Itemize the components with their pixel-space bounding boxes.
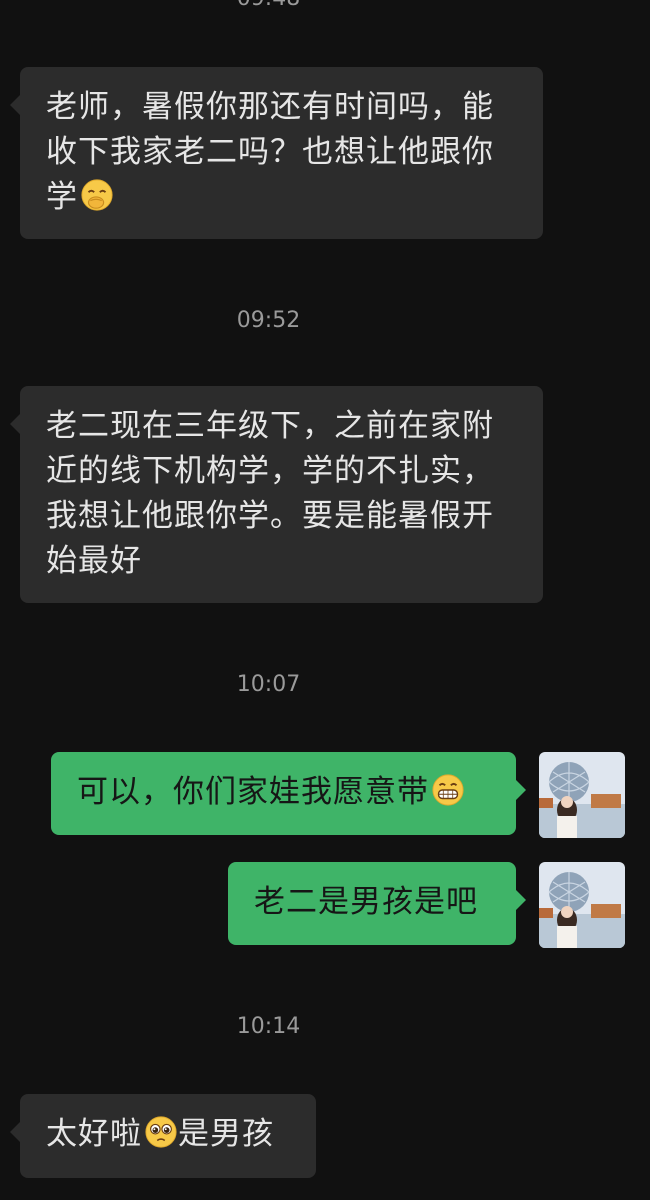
message-text: 老二是男孩是吧 bbox=[254, 884, 478, 920]
pleading-face-emoji bbox=[145, 1116, 177, 1148]
timestamp: 10:07 bbox=[236, 672, 301, 697]
message-text-line: 可以，你们家娃我愿意带 bbox=[77, 770, 492, 815]
message-text: 学 bbox=[46, 179, 78, 215]
message-text: 可以，你们家娃我愿意带 bbox=[77, 774, 429, 810]
message-text: 始最好 bbox=[46, 543, 142, 579]
message-text: 我想让他跟你学。要是能暑假开 bbox=[46, 498, 494, 534]
chat-window[interactable]: 09:48 老师，暑假你那还有时间吗，能 收下我家老二吗？也想让他跟你 学 09… bbox=[0, 0, 650, 1200]
message-text-line: 太好啦 是男孩 bbox=[46, 1112, 292, 1157]
incoming-message-bubble[interactable]: 太好啦 是男孩 bbox=[10, 1094, 316, 1178]
user-avatar[interactable] bbox=[539, 862, 625, 948]
timestamp: 09:48 bbox=[0, 0, 537, 12]
message-text: 太好啦 bbox=[46, 1116, 142, 1152]
grinning-face-emoji bbox=[432, 774, 464, 806]
avatar-photo bbox=[539, 752, 625, 838]
avatar-photo bbox=[539, 862, 625, 948]
timestamp: 09:52 bbox=[236, 308, 301, 333]
user-avatar[interactable] bbox=[539, 752, 625, 838]
face-with-hand-over-mouth-emoji bbox=[81, 179, 113, 211]
message-text: 收下我家老二吗？也想让他跟你 bbox=[46, 134, 494, 170]
message-text: 老二现在三年级下，之前在家附 bbox=[46, 408, 494, 444]
outgoing-message-bubble[interactable]: 老二是男孩是吧 bbox=[228, 862, 526, 945]
message-text-line: 学 bbox=[46, 175, 519, 220]
timestamp: 10:14 bbox=[236, 1014, 301, 1039]
message-text: 是男孩 bbox=[178, 1116, 274, 1152]
incoming-message-bubble[interactable]: 老二现在三年级下，之前在家附 近的线下机构学，学的不扎实， 我想让他跟你学。要是… bbox=[10, 386, 543, 603]
message-text: 老师，暑假你那还有时间吗，能 bbox=[46, 89, 494, 125]
incoming-message-bubble[interactable]: 老师，暑假你那还有时间吗，能 收下我家老二吗？也想让他跟你 学 bbox=[10, 67, 543, 239]
message-text: 近的线下机构学，学的不扎实， bbox=[46, 453, 494, 489]
outgoing-message-bubble[interactable]: 可以，你们家娃我愿意带 bbox=[51, 752, 526, 835]
